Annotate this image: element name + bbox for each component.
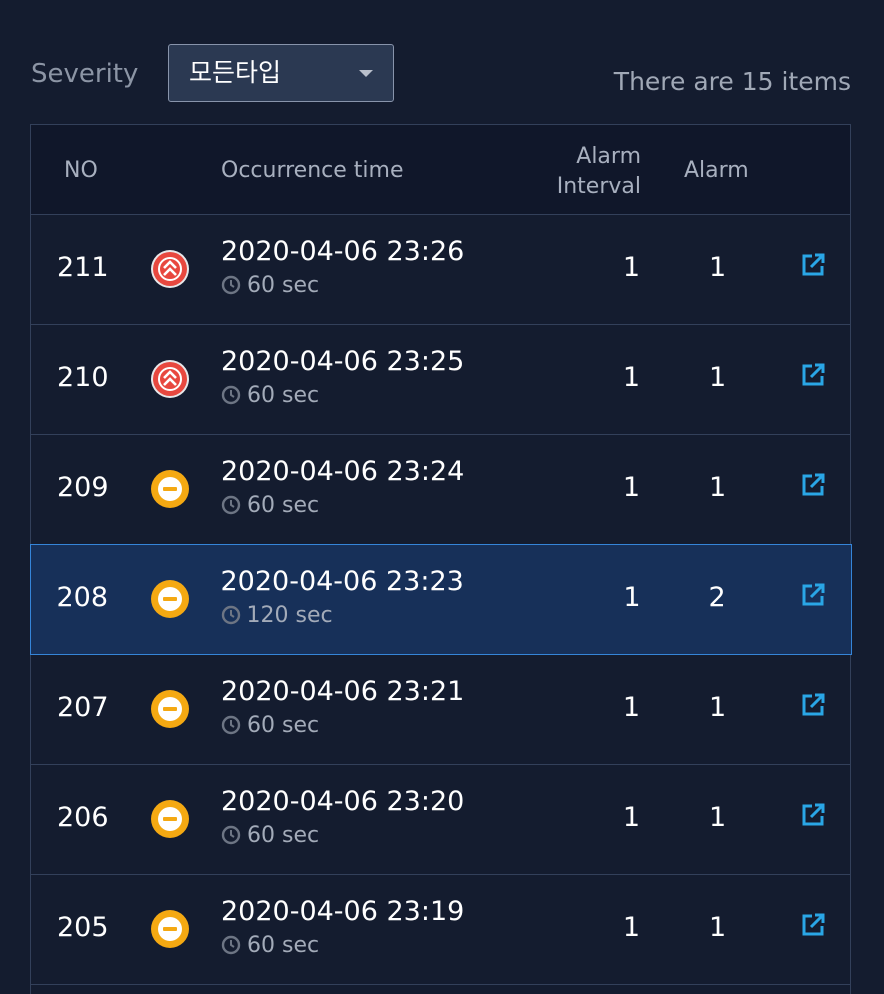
occurrence-time: 2020-04-06 23:23 — [220, 565, 464, 597]
duration-text: 60 sec — [247, 383, 320, 408]
duration: 60 sec — [221, 491, 319, 521]
clock-icon — [221, 935, 241, 955]
warning-minus-icon — [150, 799, 190, 839]
table-header: NO Occurrence time Alarm Interval Alarm — [31, 125, 850, 215]
severity-filter-label: Severity — [31, 59, 139, 89]
duration-text: 60 sec — [247, 933, 320, 958]
clock-icon — [221, 825, 241, 845]
duration: 60 sec — [221, 821, 319, 851]
duration: 60 sec — [221, 271, 319, 301]
table-body: 211 2020-04-06 23:26 60 sec 1 1 210 2020-04-06… — [29, 215, 852, 985]
item-count: There are 15 items — [613, 67, 851, 96]
column-header-alarm-interval: Alarm Interval — [556, 144, 641, 199]
table-row[interactable]: 205 2020-04-06 23:19 60 sec 1 1 — [31, 875, 850, 985]
duration-text: 60 sec — [247, 713, 320, 738]
alarm-count: 2 — [708, 581, 726, 613]
open-external-icon[interactable] — [799, 251, 827, 279]
row-number: 210 — [57, 362, 109, 393]
open-external-icon[interactable] — [799, 911, 827, 939]
duration: 60 sec — [221, 381, 319, 411]
open-external-icon[interactable] — [799, 691, 827, 719]
alarm-interval: 1 — [622, 252, 640, 283]
clock-icon — [221, 715, 241, 735]
table-row[interactable]: 207 2020-04-06 23:21 60 sec 1 1 — [31, 655, 850, 765]
column-header-alarm: Alarm — [684, 158, 749, 183]
occurrence-time: 2020-04-06 23:24 — [221, 456, 465, 487]
occurrence-time: 2020-04-06 23:19 — [221, 896, 465, 927]
warning-minus-icon — [150, 469, 190, 509]
duration-text: 60 sec — [247, 823, 320, 848]
severity-select-value: 모든타입 — [189, 58, 282, 87]
occurrence-time: 2020-04-06 23:26 — [221, 236, 465, 267]
duration-text: 120 sec — [246, 602, 333, 628]
occurrence-time: 2020-04-06 23:25 — [221, 346, 465, 377]
alarm-interval: 1 — [622, 472, 640, 503]
occurrence-time: 2020-04-06 23:21 — [221, 676, 465, 707]
warning-minus-icon — [150, 909, 190, 949]
column-header-no: NO — [64, 158, 98, 183]
row-number: 205 — [57, 912, 109, 943]
row-number: 207 — [57, 692, 109, 723]
row-number: 211 — [57, 252, 109, 283]
duration: 120 sec — [221, 601, 333, 631]
duration: 60 sec — [221, 931, 319, 961]
alarm-interval: 1 — [622, 912, 640, 943]
open-external-icon[interactable] — [799, 361, 827, 389]
critical-chevron-up-icon — [150, 359, 190, 399]
alarm-count: 1 — [709, 362, 727, 393]
open-external-icon[interactable] — [799, 581, 827, 609]
duration: 60 sec — [221, 711, 319, 741]
occurrence-time: 2020-04-06 23:20 — [221, 786, 465, 817]
table-row[interactable]: 206 2020-04-06 23:20 60 sec 1 1 — [31, 765, 850, 875]
row-number: 209 — [57, 472, 109, 503]
alarm-count: 1 — [709, 252, 727, 283]
alarm-count: 1 — [709, 802, 727, 833]
warning-minus-icon — [150, 579, 190, 619]
open-external-icon[interactable] — [799, 801, 827, 829]
clock-icon — [221, 275, 241, 295]
row-number: 208 — [56, 581, 109, 613]
alarm-count: 1 — [709, 472, 727, 503]
alarm-count: 1 — [709, 912, 727, 943]
alarm-interval: 1 — [623, 581, 641, 613]
alarm-count: 1 — [709, 692, 727, 723]
table-row[interactable]: 211 2020-04-06 23:26 60 sec 1 1 — [31, 215, 850, 325]
clock-icon — [221, 495, 241, 515]
alarm-interval: 1 — [622, 362, 640, 393]
warning-minus-icon — [150, 689, 190, 729]
severity-select[interactable]: 모든타입 — [168, 44, 394, 102]
table-row[interactable]: 210 2020-04-06 23:25 60 sec 1 1 — [31, 325, 850, 435]
clock-icon — [221, 385, 241, 405]
duration-text: 60 sec — [247, 493, 320, 518]
critical-chevron-up-icon — [150, 249, 190, 289]
open-external-icon[interactable] — [799, 471, 827, 499]
duration-text: 60 sec — [247, 273, 320, 298]
alarm-interval: 1 — [622, 802, 640, 833]
table-row[interactable]: 209 2020-04-06 23:24 60 sec 1 1 — [31, 435, 850, 545]
caret-down-icon — [359, 70, 373, 77]
alarm-interval: 1 — [622, 692, 640, 723]
alarm-table: NO Occurrence time Alarm Interval Alarm … — [29, 124, 852, 994]
column-header-occurrence-time: Occurrence time — [221, 158, 404, 183]
clock-icon — [221, 605, 240, 624]
table-row[interactable]: 208 2020-04-06 23:23 120 sec 1 2 — [29, 543, 852, 655]
row-number: 206 — [57, 802, 109, 833]
